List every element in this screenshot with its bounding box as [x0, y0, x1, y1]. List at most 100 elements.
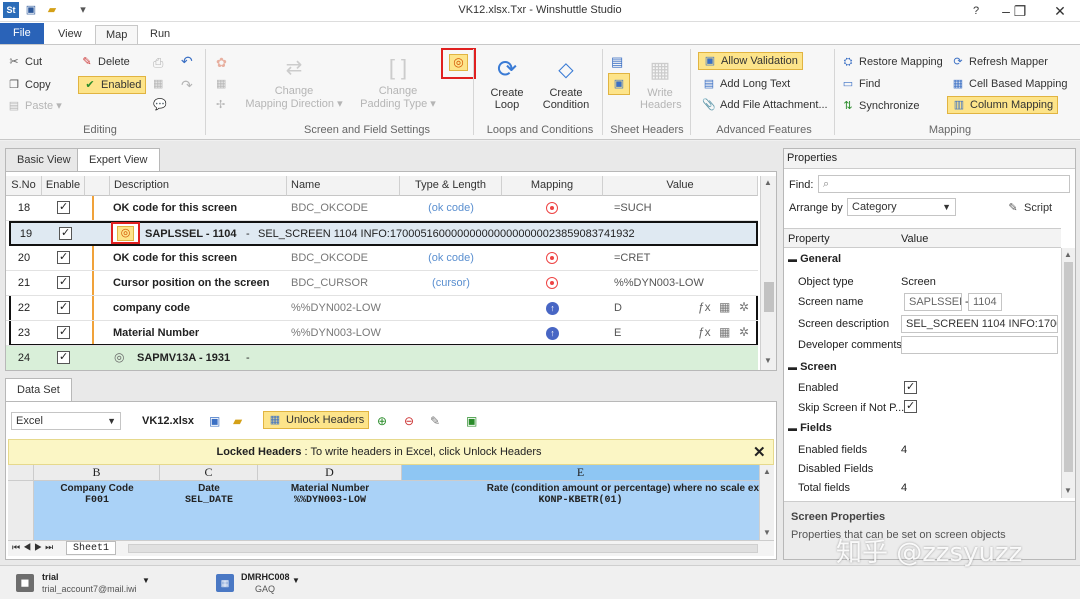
excel-icon[interactable]: ▣: [466, 414, 477, 428]
redo-icon[interactable]: ↷: [181, 77, 193, 94]
insert-row-icon[interactable]: ▦: [153, 77, 163, 90]
col-header-name[interactable]: Name: [287, 176, 400, 196]
table-row[interactable]: 22 company code %%DYN002-LOW ↑ D ƒx ▦ ✲: [6, 296, 758, 321]
tab-data-set[interactable]: Data Set: [5, 378, 72, 402]
system-name[interactable]: DMRHC008: [241, 572, 290, 582]
sheet-cell[interactable]: KONP-KBETR(01): [402, 495, 759, 506]
create-condition-button[interactable]: ◇ Create Condition: [540, 55, 592, 111]
add-long-text-button[interactable]: ▤ Add Long Text: [702, 77, 790, 91]
tab-run[interactable]: Run: [140, 25, 180, 44]
close-button[interactable]: ✕: [1046, 2, 1074, 20]
row-value[interactable]: =CRET: [614, 252, 650, 264]
row-enable-checkbox[interactable]: [59, 226, 72, 243]
add-file-attachment-button[interactable]: 📎 Add File Attachment...: [702, 98, 827, 112]
sheet-tab[interactable]: Sheet1: [66, 541, 117, 555]
arrange-by-select[interactable]: Category ▼: [847, 198, 956, 216]
tools-icon[interactable]: ✢: [216, 98, 225, 111]
col-header-type-length[interactable]: Type & Length: [400, 176, 502, 196]
add-row-icon[interactable]: ⊕: [377, 414, 387, 428]
remove-row-icon[interactable]: ⊖: [404, 414, 414, 428]
sheet-cell[interactable]: Date: [160, 483, 258, 494]
row-value[interactable]: D: [614, 302, 622, 314]
create-loop-button[interactable]: ⟳ Create Loop: [485, 55, 529, 111]
function-icon[interactable]: ƒx: [698, 325, 711, 339]
settings-icon[interactable]: ✲: [739, 325, 749, 339]
restore-button[interactable]: ❐: [1006, 2, 1034, 20]
tab-basic-view[interactable]: Basic View: [5, 148, 83, 171]
table-row-screen-selected[interactable]: 19 ◎ SAPLSSEL - 1104 - SEL_SCREEN 1104 I…: [9, 221, 758, 246]
table-row[interactable]: 23 Material Number %%DYN003-LOW ↑ E ƒx ▦…: [6, 321, 758, 346]
undo-icon[interactable]: ↶: [181, 53, 193, 70]
find-button[interactable]: ▭ Find: [841, 77, 881, 91]
tab-view[interactable]: View: [48, 25, 92, 44]
table-row[interactable]: 21 Cursor position on the screen BDC_CUR…: [6, 271, 758, 296]
data-source-select[interactable]: Excel ▼: [11, 412, 121, 430]
comment-icon[interactable]: 💬: [153, 98, 167, 111]
write-headers-button[interactable]: ▦ Write Headers: [640, 55, 682, 111]
unlock-headers-button[interactable]: ▦ Unlock Headers: [263, 411, 370, 429]
save-icon[interactable]: ▣: [209, 414, 220, 428]
sheet-col-header[interactable]: D: [258, 465, 402, 481]
tab-map[interactable]: Map: [95, 25, 139, 44]
sheet-cell[interactable]: Company Code: [34, 483, 160, 494]
cut-button[interactable]: ✂ Cut: [7, 55, 42, 69]
function-icon[interactable]: ƒx: [698, 300, 711, 314]
upload-direction-icon[interactable]: ↑: [546, 327, 559, 340]
scroll-thumb[interactable]: [1064, 262, 1073, 472]
scroll-up-icon[interactable]: ▲: [1064, 250, 1072, 259]
section-screen[interactable]: ▬ Screen: [788, 361, 837, 373]
screen-number-input[interactable]: 1104: [968, 293, 1002, 311]
scroll-up-icon[interactable]: ▲: [764, 178, 772, 187]
column-mapping-toggle[interactable]: ▥ Column Mapping: [947, 96, 1059, 114]
sheet-icon[interactable]: ▤: [611, 54, 623, 70]
scroll-thumb[interactable]: [764, 282, 774, 312]
sheet-cell[interactable]: Material Number: [258, 483, 402, 494]
col-header-sno[interactable]: S.No: [6, 176, 42, 196]
change-mapping-direction-button[interactable]: ⇄ Change Mapping Direction ▾: [245, 55, 343, 110]
synchronize-button[interactable]: ⇅ Synchronize: [841, 99, 919, 113]
table-row[interactable]: 20 OK code for this screen BDC_OKCODE (o…: [6, 246, 758, 271]
user-account[interactable]: trial_account7@mail.iwisi: [42, 584, 136, 594]
edit-data-icon[interactable]: ✎: [430, 414, 440, 428]
flower-icon[interactable]: ✿: [216, 55, 227, 71]
user-name[interactable]: trial: [42, 572, 59, 582]
pin-icon[interactable]: [546, 202, 558, 217]
settings-icon[interactable]: ✲: [739, 300, 749, 314]
col-header-value[interactable]: Value: [603, 176, 758, 196]
scroll-down-icon[interactable]: ▼: [764, 356, 772, 365]
row-value[interactable]: =SUCH: [614, 202, 652, 214]
section-general[interactable]: ▬ General: [788, 253, 841, 265]
change-padding-type-button[interactable]: [ ] Change Padding Type ▾: [355, 55, 441, 110]
sheet-col-header-selected[interactable]: E: [402, 465, 759, 481]
highlighted-sheet-icon[interactable]: ▣: [608, 73, 630, 95]
sheet-vertical-scrollbar[interactable]: ▲ ▼: [759, 465, 774, 540]
section-fields[interactable]: ▬ Fields: [788, 422, 832, 434]
skip-screen-checkbox[interactable]: [904, 399, 917, 416]
paste-button[interactable]: ▤ Paste ▾: [7, 99, 62, 113]
enabled-checkbox[interactable]: [904, 380, 917, 397]
chevron-down-icon[interactable]: ▼: [292, 576, 300, 585]
grid-icon[interactable]: ▦: [216, 77, 226, 90]
screen-description-input[interactable]: SEL_SCREEN 1104 INFO:17000516: [901, 315, 1058, 333]
sheet-col-header[interactable]: C: [160, 465, 258, 481]
scroll-down-icon[interactable]: ▼: [1064, 486, 1072, 495]
row-enable-checkbox[interactable]: [57, 325, 70, 342]
delete-button[interactable]: ✎ Delete: [80, 55, 129, 69]
sheet-cell[interactable]: %%DYN003-LOW: [258, 495, 402, 506]
screen-icon-highlight[interactable]: ◎: [111, 222, 140, 244]
developer-comments-input[interactable]: [901, 336, 1058, 354]
chevron-down-icon[interactable]: ▼: [142, 576, 150, 585]
refresh-mapper-button[interactable]: ⟳ Refresh Mapper: [951, 55, 1047, 69]
scroll-up-icon[interactable]: ▲: [763, 467, 771, 476]
tab-file[interactable]: File: [0, 23, 44, 44]
enabled-toggle[interactable]: ✔ Enabled: [78, 76, 147, 94]
col-header-mapping[interactable]: Mapping: [502, 176, 603, 196]
col-header-enable[interactable]: Enable: [42, 176, 85, 196]
screen-loop-icon[interactable]: ◎: [114, 350, 124, 364]
open-folder-icon[interactable]: ▰: [233, 414, 242, 428]
grid-vertical-scrollbar[interactable]: ▲ ▼: [760, 176, 776, 370]
copy-button[interactable]: ❐ Copy: [7, 78, 51, 92]
scroll-down-icon[interactable]: ▼: [763, 528, 771, 537]
properties-search-input[interactable]: ⌕: [818, 175, 1070, 193]
print-icon[interactable]: ⎙: [153, 55, 163, 71]
